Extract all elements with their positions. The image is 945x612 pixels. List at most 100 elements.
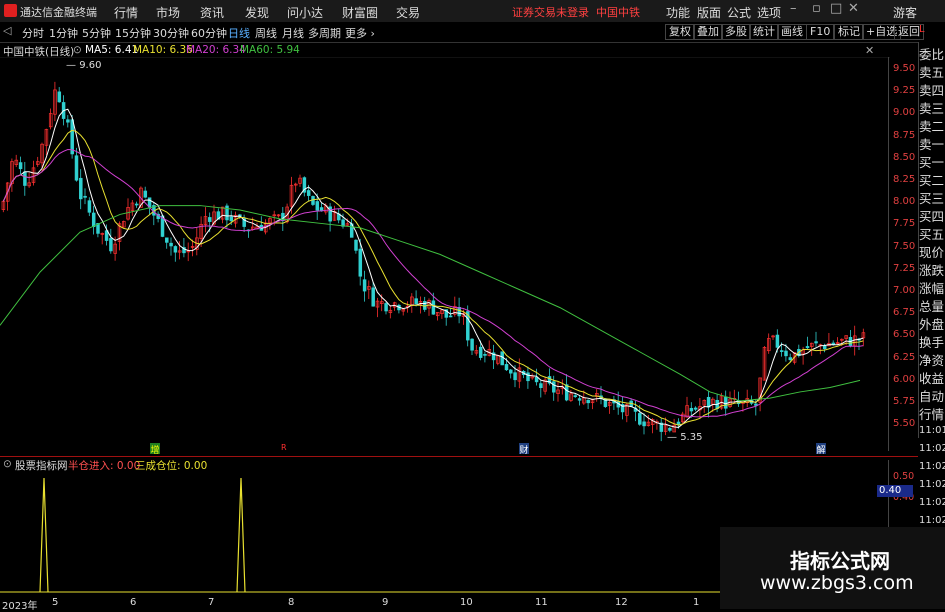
menu-item-ask[interactable]: 问小达 [287, 4, 323, 21]
chart-close-icon[interactable]: ✕ [865, 44, 874, 57]
event-marker-unlock[interactable]: 解 [816, 443, 826, 456]
candle-body [534, 376, 539, 383]
menu-item-market[interactable]: 行情 [114, 4, 138, 21]
draw-line-button[interactable]: 画线 [777, 24, 807, 40]
candle-body [448, 315, 453, 318]
quote-field-20: 行情 [919, 407, 945, 422]
candle-body [384, 303, 388, 312]
multi-stock-button[interactable]: 多股 [721, 24, 751, 40]
period-monthly[interactable]: 月线 [282, 25, 304, 41]
quote-field-17: 净资 [919, 353, 945, 368]
menu-item-options[interactable]: 选项 [757, 4, 781, 21]
candle-body [509, 369, 513, 374]
quote-field-12: 涨跌 [919, 263, 945, 278]
period-weekly[interactable]: 周线 [255, 25, 277, 41]
candle-body [788, 357, 793, 361]
candle-body [79, 177, 83, 200]
legend-ma5: MA5: 6.41 [85, 44, 139, 56]
price-tick: 7.50 [893, 240, 916, 252]
menu-item-layout[interactable]: 版面 [697, 4, 721, 21]
period-5min[interactable]: 5分钟 [82, 25, 111, 41]
period-1min[interactable]: 1分钟 [49, 25, 78, 41]
candle-body [23, 171, 27, 186]
candle-body [478, 346, 483, 358]
candle-body [676, 421, 681, 425]
candle-body [775, 334, 780, 348]
candle-body [165, 237, 169, 243]
quote-field-9: 买四 [919, 209, 945, 224]
candle-body [18, 162, 23, 170]
quote-field-2: 卖四 [919, 83, 945, 98]
tick-time: 11:02 [919, 461, 945, 472]
period-multi[interactable]: 多周期 [308, 25, 341, 41]
candle-body [483, 354, 487, 356]
menu-item-markets[interactable]: 市场 [156, 4, 180, 21]
event-marker-red[interactable]: R [281, 443, 287, 452]
candle-body [109, 238, 113, 252]
tick-time: 11:02 [919, 515, 945, 526]
period-15min[interactable]: 15分钟 [115, 25, 151, 41]
candle-body [500, 351, 504, 366]
indicator-toggle-icon[interactable]: ⊙ [3, 458, 12, 470]
restore-icon[interactable]: ▫ [812, 1, 821, 16]
minimize-icon[interactable]: – [790, 1, 797, 16]
event-marker-increase[interactable]: 增 [150, 443, 160, 456]
overlay-button[interactable]: 叠加 [693, 24, 723, 40]
price-tick: 5.75 [893, 396, 916, 407]
watermark-title: 指标公式网 [790, 549, 890, 573]
adjust-button[interactable]: 复权 [665, 24, 695, 40]
stats-button[interactable]: 统计 [749, 24, 779, 40]
menu-item-wealth[interactable]: 财富圈 [342, 4, 378, 21]
x-axis-label: 10 [460, 597, 473, 608]
login-status[interactable]: 证券交易未登录 中国中铁 [512, 4, 640, 20]
menu-item-formula[interactable]: 公式 [727, 4, 751, 21]
period-intraday[interactable]: 分时 [22, 25, 44, 41]
legend-ma20: MA20: 6.34 [186, 44, 246, 56]
price-tick: 8.75 [893, 129, 916, 141]
period-more[interactable]: 更多 › [345, 25, 375, 41]
tick-time: 11:02 [919, 443, 945, 454]
legend-toggle-icon[interactable]: ⊙ [73, 44, 82, 56]
price-tick: 6.25 [893, 351, 916, 363]
menu-item-trade[interactable]: 交易 [396, 4, 420, 21]
candlestick-chart[interactable] [0, 57, 890, 457]
period-30min[interactable]: 30分钟 [153, 25, 189, 41]
candle-body [358, 248, 363, 277]
candle-body [526, 372, 530, 382]
candle-body [693, 407, 698, 410]
guest-button[interactable]: 游客 [893, 4, 917, 21]
candle-body [573, 395, 578, 397]
candle-body [362, 279, 367, 292]
x-axis-label: 12 [615, 597, 628, 608]
period-60min[interactable]: 60分钟 [191, 25, 227, 41]
legend-ma10: MA10: 6.36 [133, 44, 193, 56]
maximize-icon[interactable]: □ [830, 1, 842, 16]
candle-body [134, 203, 139, 206]
price-tick: 8.25 [893, 174, 916, 185]
x-axis-label: 8 [288, 597, 295, 608]
quote-field-16: 换手 [919, 335, 945, 350]
high-price-label: — 9.60 [66, 60, 102, 71]
candle-body [564, 384, 569, 401]
menu-item-discover[interactable]: 发现 [245, 4, 269, 21]
candle-body [822, 345, 827, 350]
indicator-current-value: 0.40 [877, 485, 913, 497]
menu-item-news[interactable]: 资讯 [200, 4, 224, 21]
price-tick: 8.00 [893, 196, 916, 208]
candle-body [208, 217, 212, 222]
quote-field-13: 涨幅 [919, 281, 945, 296]
back-arrow-icon[interactable]: ◁ [3, 24, 11, 37]
x-axis-label: 6 [130, 597, 137, 608]
candle-body [169, 242, 173, 247]
quote-field-14: 总量 [919, 299, 945, 314]
event-marker-finance[interactable]: 财 [519, 443, 529, 456]
candle-body [457, 306, 461, 317]
quote-field-18: 收益 [919, 371, 945, 386]
close-icon[interactable]: ✕ [848, 1, 859, 16]
period-daily[interactable]: 日线 [228, 25, 250, 41]
price-tick: 9.25 [893, 85, 916, 97]
menu-item-function[interactable]: 功能 [666, 4, 690, 21]
mark-button[interactable]: 标记 [834, 24, 864, 40]
candle-body [414, 298, 418, 305]
f10-button[interactable]: F10 [806, 24, 835, 40]
